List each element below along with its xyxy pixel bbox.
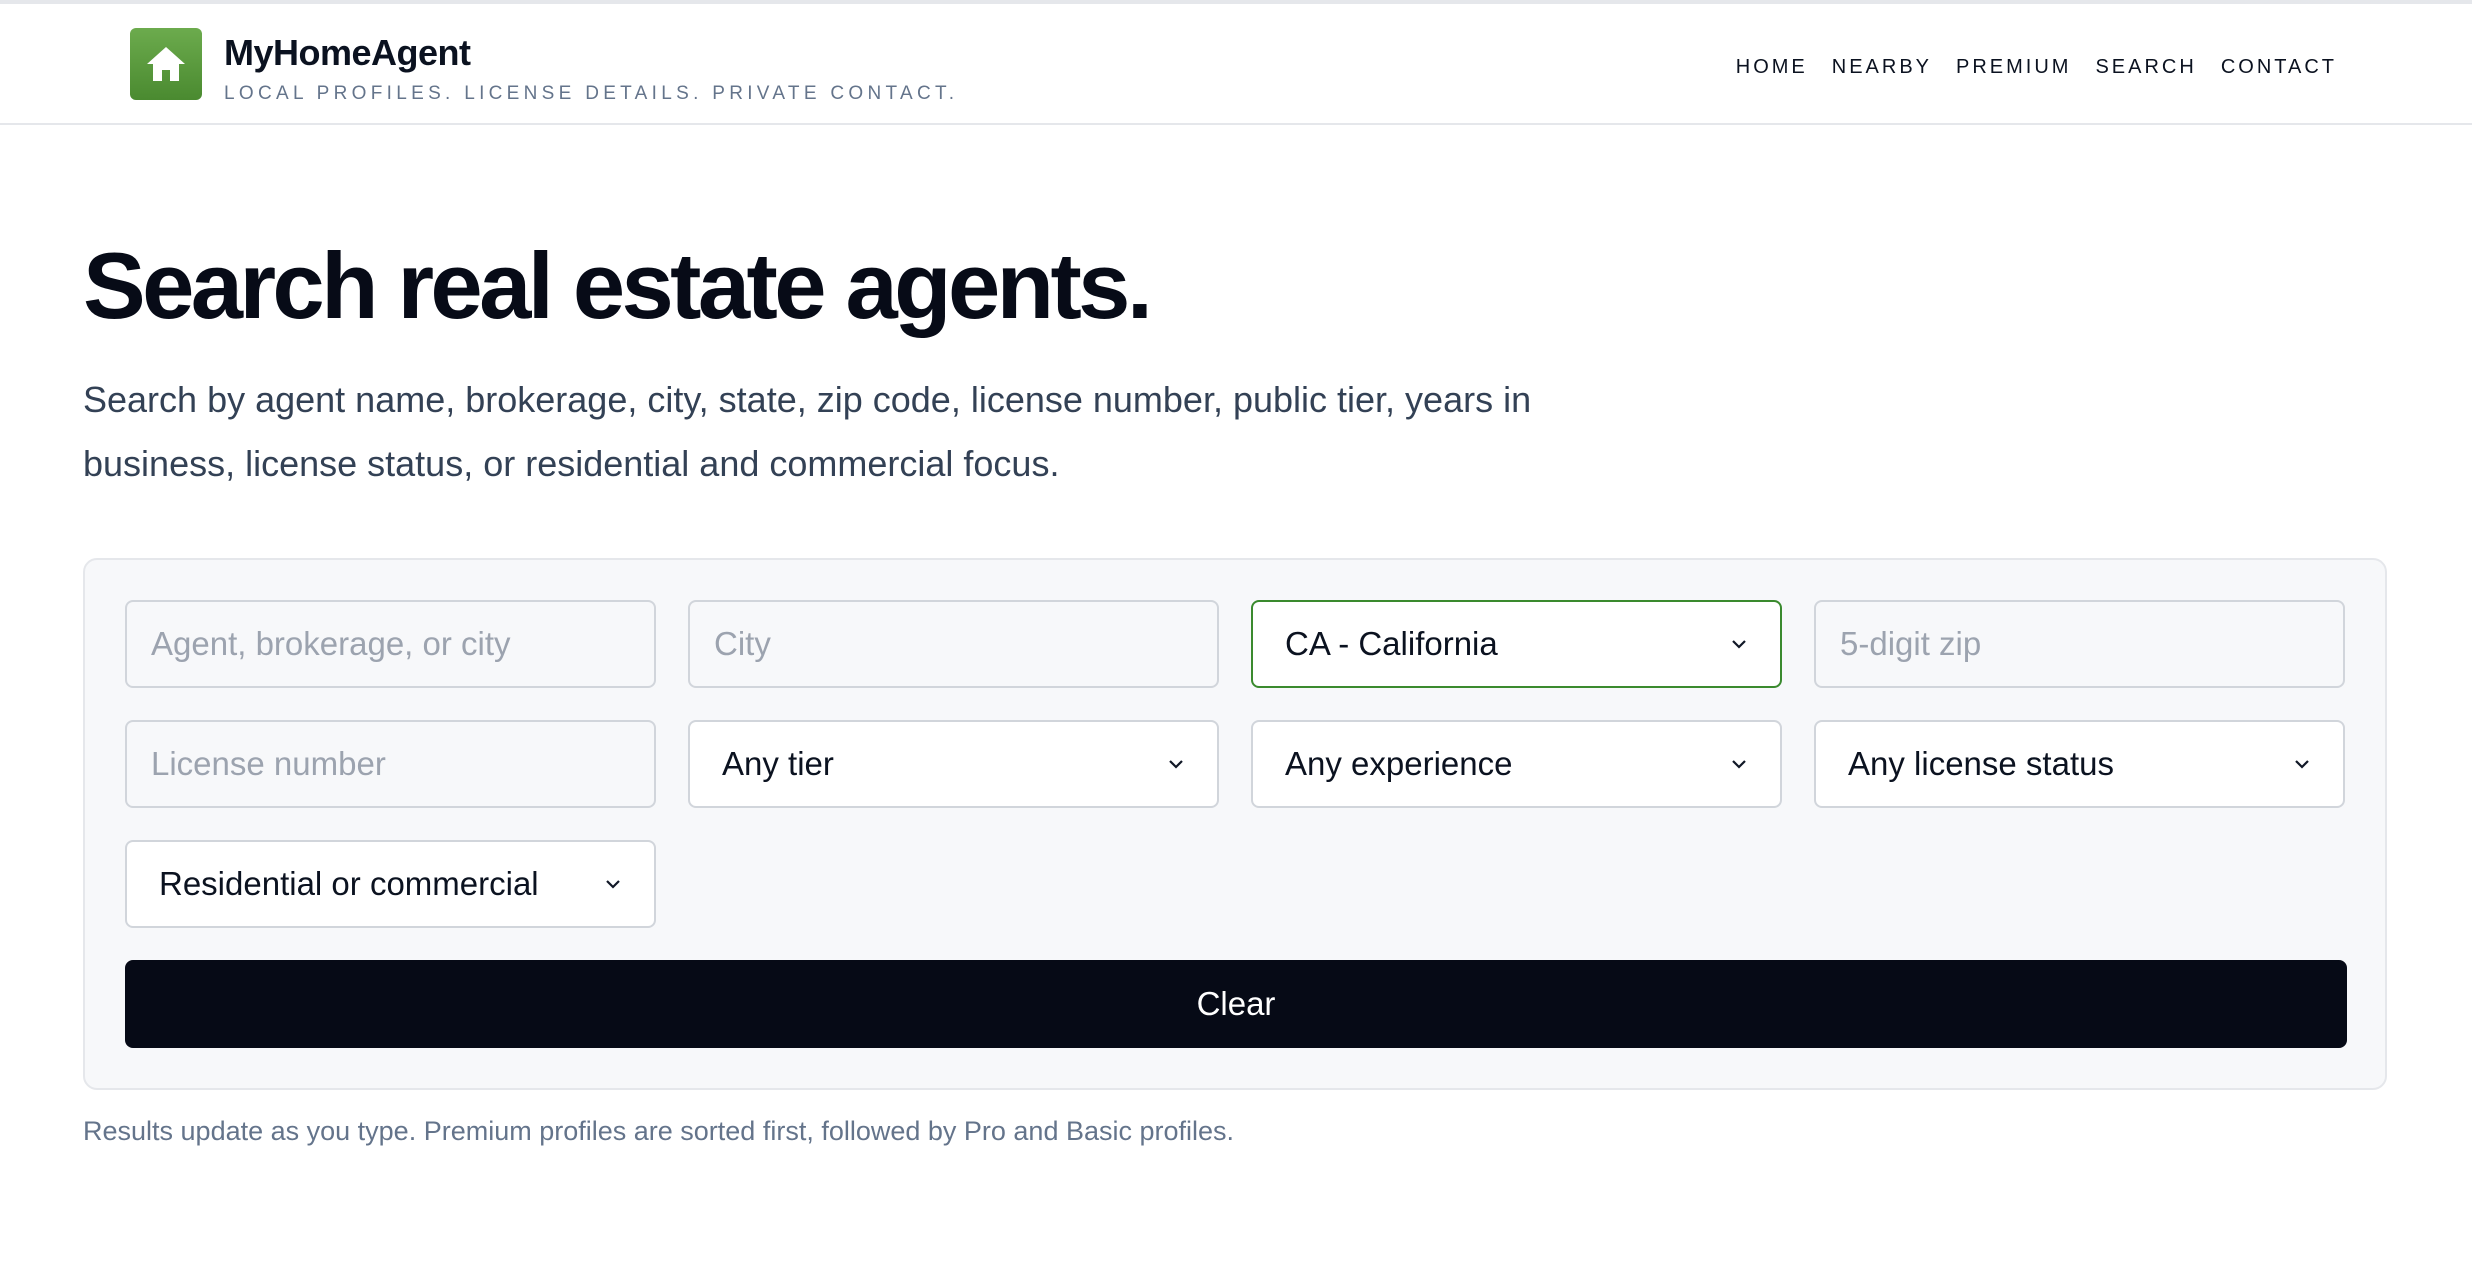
focus-select-value: Residential or commercial	[159, 865, 539, 902]
brand-tagline: LOCAL PROFILES. LICENSE DETAILS. PRIVATE…	[224, 83, 959, 104]
license-number-input[interactable]	[125, 720, 656, 808]
nav-search[interactable]: SEARCH	[2095, 56, 2196, 79]
focus-select[interactable]: Residential or commercial	[125, 840, 656, 928]
state-select-value: CA - California	[1285, 625, 1498, 662]
house-icon	[147, 47, 185, 81]
chevron-down-icon	[2291, 753, 2313, 775]
brand-name[interactable]: MyHomeAgent	[224, 32, 471, 74]
chevron-down-icon	[1165, 753, 1187, 775]
chevron-down-icon	[1728, 633, 1750, 655]
license-status-select[interactable]: Any license status	[1814, 720, 2345, 808]
main-nav: HOME NEARBY PREMIUM SEARCH CONTACT	[1736, 56, 2337, 79]
license-status-select-value: Any license status	[1848, 745, 2114, 782]
chevron-down-icon	[602, 873, 624, 895]
tier-select[interactable]: Any tier	[688, 720, 1219, 808]
nav-nearby[interactable]: NEARBY	[1832, 56, 1932, 79]
nav-contact[interactable]: CONTACT	[2221, 56, 2337, 79]
chevron-down-icon	[1728, 753, 1750, 775]
tier-select-value: Any tier	[722, 745, 834, 782]
zip-input[interactable]	[1814, 600, 2345, 688]
logo[interactable]	[130, 28, 202, 100]
experience-select-value: Any experience	[1285, 745, 1513, 782]
page-title: Search real estate agents.	[83, 233, 1153, 338]
site-header: MyHomeAgent LOCAL PROFILES. LICENSE DETA…	[0, 4, 2472, 125]
experience-select[interactable]: Any experience	[1251, 720, 1782, 808]
results-note: Results update as you type. Premium prof…	[83, 1116, 1235, 1146]
agent-search-input[interactable]	[125, 600, 656, 688]
page-description: Search by agent name, brokerage, city, s…	[83, 379, 1532, 484]
city-input[interactable]	[688, 600, 1219, 688]
state-select[interactable]: CA - California	[1251, 600, 1782, 688]
clear-button[interactable]: Clear	[125, 960, 2347, 1048]
search-panel: CA - California Any tier Any experience …	[83, 558, 2387, 1090]
nav-home[interactable]: HOME	[1736, 56, 1808, 79]
nav-premium[interactable]: PREMIUM	[1956, 56, 2071, 79]
